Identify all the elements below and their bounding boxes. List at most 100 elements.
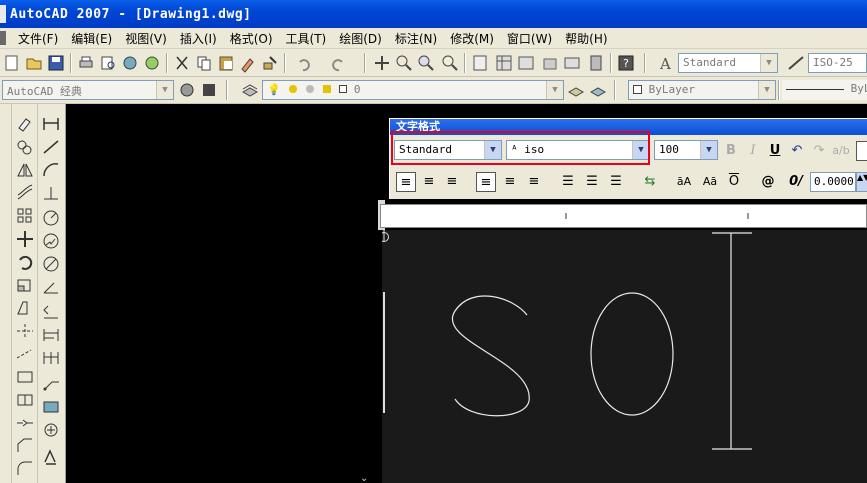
layer-previous-icon[interactable] bbox=[588, 80, 608, 100]
bottom-align-icon[interactable]: ≡ bbox=[524, 172, 544, 192]
trim-icon[interactable] bbox=[14, 321, 36, 341]
cut-icon[interactable] bbox=[172, 53, 192, 73]
menu-edit[interactable]: 编辑(E) bbox=[65, 30, 119, 47]
uppercase-letters-icon[interactable]: ☰ bbox=[606, 172, 626, 192]
extend-icon[interactable] bbox=[14, 344, 36, 364]
ruler[interactable] bbox=[380, 204, 867, 228]
properties-icon[interactable] bbox=[470, 53, 490, 73]
bold-button[interactable]: B bbox=[721, 141, 741, 161]
zoom-realtime-icon[interactable] bbox=[394, 53, 414, 73]
menu-draw[interactable]: 绘图(D) bbox=[333, 30, 389, 47]
linetype-combo[interactable]: ByL bbox=[782, 80, 867, 100]
continue-dimension-icon[interactable] bbox=[40, 348, 62, 368]
text-height-select[interactable]: 100 ▼ bbox=[654, 140, 718, 160]
uppercase-icon[interactable]: āA bbox=[674, 172, 694, 192]
menu-view[interactable]: 视图(V) bbox=[119, 30, 174, 47]
offset-icon[interactable] bbox=[14, 183, 36, 203]
text-style-combo[interactable]: Standard ▼ bbox=[678, 53, 778, 73]
erase-icon[interactable] bbox=[14, 114, 36, 134]
baseline-dimension-icon[interactable] bbox=[40, 325, 62, 345]
fillet-icon[interactable] bbox=[14, 459, 36, 479]
menu-tools[interactable]: 工具(T) bbox=[280, 30, 334, 47]
sheet-set-icon[interactable] bbox=[540, 53, 560, 73]
symbol-button[interactable]: @ bbox=[758, 172, 778, 192]
workspace-combo[interactable]: AutoCAD 经典 ▼ bbox=[2, 80, 174, 100]
stack-icon[interactable]: a/b bbox=[831, 141, 851, 161]
dimension-edit-icon[interactable] bbox=[40, 447, 62, 467]
move-icon[interactable] bbox=[14, 229, 36, 249]
oblique-angle-input[interactable]: 0.0000 bbox=[810, 172, 856, 192]
my-workspace-icon[interactable] bbox=[199, 80, 219, 100]
tool-palettes-icon[interactable] bbox=[516, 53, 536, 73]
break-icon[interactable] bbox=[14, 390, 36, 410]
layer-properties-icon[interactable] bbox=[240, 80, 260, 100]
layer-combo[interactable]: 💡 0 ▼ bbox=[262, 80, 564, 100]
paste-icon[interactable] bbox=[216, 53, 236, 73]
publish-icon[interactable] bbox=[120, 53, 140, 73]
pan-icon[interactable] bbox=[372, 53, 392, 73]
copy-object-icon[interactable] bbox=[14, 137, 36, 157]
rotate-icon[interactable] bbox=[14, 252, 36, 272]
angular-dimension-icon[interactable] bbox=[40, 277, 62, 297]
print-icon[interactable] bbox=[76, 53, 96, 73]
menu-file[interactable]: 文件(F) bbox=[12, 30, 65, 47]
calculator-icon[interactable] bbox=[586, 53, 606, 73]
aligned-dimension-icon[interactable] bbox=[40, 137, 62, 157]
markup-icon[interactable] bbox=[562, 53, 582, 73]
align-left-icon[interactable]: ≡ bbox=[396, 172, 416, 192]
radius-dimension-icon[interactable] bbox=[40, 208, 62, 228]
linear-dimension-icon[interactable] bbox=[40, 114, 62, 134]
plot-preview-icon[interactable] bbox=[98, 53, 118, 73]
diameter-dimension-icon[interactable] bbox=[40, 254, 62, 274]
zoom-window-icon[interactable] bbox=[416, 53, 436, 73]
menu-insert[interactable]: 插入(I) bbox=[174, 30, 224, 47]
open-icon[interactable] bbox=[24, 53, 44, 73]
quick-leader-icon[interactable] bbox=[40, 374, 62, 394]
lowercase-icon[interactable]: Aā bbox=[700, 172, 720, 192]
mtext-editor[interactable] bbox=[379, 230, 867, 483]
underline-button[interactable]: U bbox=[765, 141, 785, 161]
oblique-spinner[interactable]: ▲▼ bbox=[856, 172, 867, 192]
quick-dimension-icon[interactable] bbox=[40, 302, 62, 322]
overline-icon[interactable]: O bbox=[724, 172, 744, 192]
app-icon[interactable] bbox=[0, 5, 6, 23]
match-properties-icon[interactable] bbox=[238, 53, 258, 73]
save-icon[interactable] bbox=[46, 53, 66, 73]
dim-style-icon[interactable] bbox=[786, 53, 806, 73]
scale-icon[interactable] bbox=[14, 275, 36, 295]
chamfer-icon[interactable] bbox=[14, 436, 36, 456]
menu-window[interactable]: 窗口(W) bbox=[501, 30, 559, 47]
tolerance-icon[interactable] bbox=[40, 397, 62, 417]
make-current-layer-icon[interactable] bbox=[566, 80, 586, 100]
top-align-icon[interactable]: ≡ bbox=[476, 172, 496, 192]
redo-icon[interactable] bbox=[328, 53, 348, 73]
copy-icon[interactable] bbox=[194, 53, 214, 73]
align-right-icon[interactable]: ≡ bbox=[442, 172, 462, 192]
dim-style-combo[interactable]: ISO-25 bbox=[808, 53, 867, 73]
align-center-icon[interactable]: ≡ bbox=[419, 172, 439, 192]
join-icon[interactable] bbox=[14, 413, 36, 433]
stretch-icon[interactable] bbox=[14, 298, 36, 318]
workspace-settings-icon[interactable] bbox=[177, 80, 197, 100]
jogged-dimension-icon[interactable] bbox=[40, 231, 62, 251]
redo-icon[interactable]: ↷ bbox=[809, 141, 829, 161]
ordinate-dimension-icon[interactable] bbox=[40, 183, 62, 203]
menu-format[interactable]: 格式(O) bbox=[224, 30, 280, 47]
break-at-point-icon[interactable] bbox=[14, 367, 36, 387]
bullets-icon[interactable]: ☰ bbox=[582, 172, 602, 192]
array-icon[interactable] bbox=[14, 206, 36, 226]
new-icon[interactable] bbox=[2, 53, 22, 73]
oblique-angle-icon[interactable]: 0/ bbox=[786, 172, 806, 192]
undo-icon[interactable]: ↶ bbox=[787, 141, 807, 161]
color-combo[interactable]: ByLayer ▼ bbox=[628, 80, 776, 100]
middle-align-icon[interactable]: ≡ bbox=[500, 172, 520, 192]
help-icon[interactable]: ? bbox=[616, 53, 636, 73]
text-style-icon[interactable]: A bbox=[656, 53, 676, 73]
insert-field-icon[interactable]: ⇆ bbox=[640, 172, 660, 192]
mirror-icon[interactable] bbox=[14, 160, 36, 180]
zoom-previous-icon[interactable] bbox=[440, 53, 460, 73]
document-icon[interactable] bbox=[0, 31, 6, 45]
arc-length-icon[interactable] bbox=[40, 160, 62, 180]
color-picker[interactable] bbox=[856, 141, 867, 161]
center-mark-icon[interactable] bbox=[40, 420, 62, 440]
